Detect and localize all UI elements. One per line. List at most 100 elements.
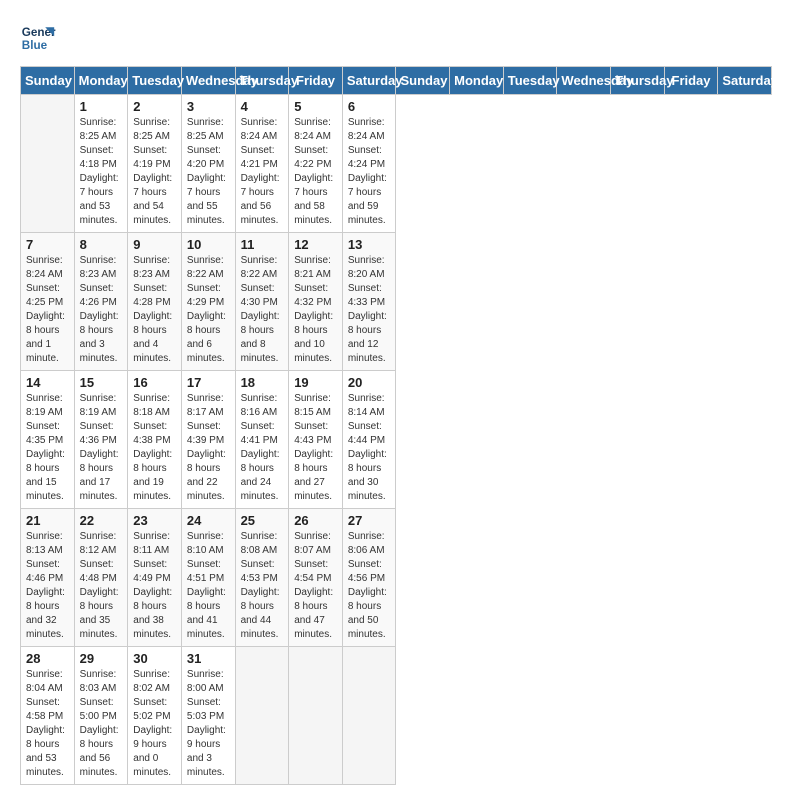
day-number: 17 [187,375,230,390]
svg-text:Blue: Blue [22,39,48,52]
day-cell: 3 Sunrise: 8:25 AMSunset: 4:20 PMDayligh… [181,95,235,233]
day-number: 15 [80,375,123,390]
day-cell: 10 Sunrise: 8:22 AMSunset: 4:29 PMDaylig… [181,233,235,371]
day-cell: 9 Sunrise: 8:23 AMSunset: 4:28 PMDayligh… [128,233,182,371]
header-cell-monday: Monday [74,67,128,95]
header-cell-friday: Friday [289,67,343,95]
day-info: Sunrise: 8:17 AMSunset: 4:39 PMDaylight:… [187,392,230,504]
day-cell: 14 Sunrise: 8:19 AMSunset: 4:35 PMDaylig… [21,371,75,509]
day-number: 12 [294,237,337,252]
day-number: 26 [294,513,337,528]
day-info: Sunrise: 8:19 AMSunset: 4:35 PMDaylight:… [26,392,69,504]
day-number: 22 [80,513,123,528]
day-info: Sunrise: 8:25 AMSunset: 4:20 PMDaylight:… [187,116,230,228]
calendar-table: SundayMondayTuesdayWednesdayThursdayFrid… [20,66,772,785]
day-cell: 27 Sunrise: 8:06 AMSunset: 4:56 PMDaylig… [342,509,396,647]
day-info: Sunrise: 8:23 AMSunset: 4:28 PMDaylight:… [133,254,176,366]
day-number: 3 [187,99,230,114]
day-info: Sunrise: 8:23 AMSunset: 4:26 PMDaylight:… [80,254,123,366]
day-cell: 4 Sunrise: 8:24 AMSunset: 4:21 PMDayligh… [235,95,289,233]
header-row: SundayMondayTuesdayWednesdayThursdayFrid… [21,67,772,95]
day-info: Sunrise: 8:24 AMSunset: 4:21 PMDaylight:… [241,116,284,228]
day-cell: 31 Sunrise: 8:00 AMSunset: 5:03 PMDaylig… [181,647,235,785]
day-cell: 28 Sunrise: 8:04 AMSunset: 4:58 PMDaylig… [21,647,75,785]
week-row-5: 28 Sunrise: 8:04 AMSunset: 4:58 PMDaylig… [21,647,772,785]
day-number: 27 [348,513,391,528]
day-number: 19 [294,375,337,390]
header-cell-thursday: Thursday [611,67,665,95]
day-number: 7 [26,237,69,252]
day-number: 8 [80,237,123,252]
day-info: Sunrise: 8:18 AMSunset: 4:38 PMDaylight:… [133,392,176,504]
day-number: 4 [241,99,284,114]
header-cell-sunday: Sunday [21,67,75,95]
page-header: General Blue [20,20,772,56]
day-cell: 7 Sunrise: 8:24 AMSunset: 4:25 PMDayligh… [21,233,75,371]
day-cell: 17 Sunrise: 8:17 AMSunset: 4:39 PMDaylig… [181,371,235,509]
day-cell: 30 Sunrise: 8:02 AMSunset: 5:02 PMDaylig… [128,647,182,785]
day-cell: 25 Sunrise: 8:08 AMSunset: 4:53 PMDaylig… [235,509,289,647]
week-row-4: 21 Sunrise: 8:13 AMSunset: 4:46 PMDaylig… [21,509,772,647]
day-cell: 26 Sunrise: 8:07 AMSunset: 4:54 PMDaylig… [289,509,343,647]
day-cell: 24 Sunrise: 8:10 AMSunset: 4:51 PMDaylig… [181,509,235,647]
day-cell [289,647,343,785]
day-number: 18 [241,375,284,390]
day-cell: 21 Sunrise: 8:13 AMSunset: 4:46 PMDaylig… [21,509,75,647]
day-number: 2 [133,99,176,114]
day-info: Sunrise: 8:07 AMSunset: 4:54 PMDaylight:… [294,530,337,642]
day-info: Sunrise: 8:22 AMSunset: 4:29 PMDaylight:… [187,254,230,366]
day-info: Sunrise: 8:04 AMSunset: 4:58 PMDaylight:… [26,668,69,780]
week-row-2: 7 Sunrise: 8:24 AMSunset: 4:25 PMDayligh… [21,233,772,371]
header-cell-monday: Monday [450,67,504,95]
day-number: 14 [26,375,69,390]
day-number: 13 [348,237,391,252]
day-info: Sunrise: 8:25 AMSunset: 4:19 PMDaylight:… [133,116,176,228]
day-cell: 6 Sunrise: 8:24 AMSunset: 4:24 PMDayligh… [342,95,396,233]
day-cell: 11 Sunrise: 8:22 AMSunset: 4:30 PMDaylig… [235,233,289,371]
day-info: Sunrise: 8:00 AMSunset: 5:03 PMDaylight:… [187,668,230,780]
day-number: 25 [241,513,284,528]
day-cell: 22 Sunrise: 8:12 AMSunset: 4:48 PMDaylig… [74,509,128,647]
day-cell: 19 Sunrise: 8:15 AMSunset: 4:43 PMDaylig… [289,371,343,509]
day-number: 29 [80,651,123,666]
day-cell: 12 Sunrise: 8:21 AMSunset: 4:32 PMDaylig… [289,233,343,371]
day-cell: 15 Sunrise: 8:19 AMSunset: 4:36 PMDaylig… [74,371,128,509]
day-number: 1 [80,99,123,114]
day-info: Sunrise: 8:13 AMSunset: 4:46 PMDaylight:… [26,530,69,642]
day-number: 10 [187,237,230,252]
day-cell: 20 Sunrise: 8:14 AMSunset: 4:44 PMDaylig… [342,371,396,509]
day-cell: 8 Sunrise: 8:23 AMSunset: 4:26 PMDayligh… [74,233,128,371]
day-cell: 29 Sunrise: 8:03 AMSunset: 5:00 PMDaylig… [74,647,128,785]
day-info: Sunrise: 8:14 AMSunset: 4:44 PMDaylight:… [348,392,391,504]
header-cell-saturday: Saturday [718,67,772,95]
day-info: Sunrise: 8:10 AMSunset: 4:51 PMDaylight:… [187,530,230,642]
day-cell: 23 Sunrise: 8:11 AMSunset: 4:49 PMDaylig… [128,509,182,647]
day-info: Sunrise: 8:02 AMSunset: 5:02 PMDaylight:… [133,668,176,780]
day-info: Sunrise: 8:11 AMSunset: 4:49 PMDaylight:… [133,530,176,642]
day-info: Sunrise: 8:15 AMSunset: 4:43 PMDaylight:… [294,392,337,504]
day-number: 24 [187,513,230,528]
day-cell [342,647,396,785]
header-cell-saturday: Saturday [342,67,396,95]
header-cell-thursday: Thursday [235,67,289,95]
day-number: 5 [294,99,337,114]
day-info: Sunrise: 8:19 AMSunset: 4:36 PMDaylight:… [80,392,123,504]
day-info: Sunrise: 8:20 AMSunset: 4:33 PMDaylight:… [348,254,391,366]
header-cell-tuesday: Tuesday [128,67,182,95]
day-number: 21 [26,513,69,528]
day-info: Sunrise: 8:03 AMSunset: 5:00 PMDaylight:… [80,668,123,780]
week-row-3: 14 Sunrise: 8:19 AMSunset: 4:35 PMDaylig… [21,371,772,509]
day-cell: 18 Sunrise: 8:16 AMSunset: 4:41 PMDaylig… [235,371,289,509]
day-number: 31 [187,651,230,666]
day-cell [235,647,289,785]
day-info: Sunrise: 8:24 AMSunset: 4:25 PMDaylight:… [26,254,69,366]
day-number: 20 [348,375,391,390]
day-cell: 16 Sunrise: 8:18 AMSunset: 4:38 PMDaylig… [128,371,182,509]
day-info: Sunrise: 8:21 AMSunset: 4:32 PMDaylight:… [294,254,337,366]
week-row-1: 1 Sunrise: 8:25 AMSunset: 4:18 PMDayligh… [21,95,772,233]
day-info: Sunrise: 8:06 AMSunset: 4:56 PMDaylight:… [348,530,391,642]
day-info: Sunrise: 8:24 AMSunset: 4:24 PMDaylight:… [348,116,391,228]
day-info: Sunrise: 8:25 AMSunset: 4:18 PMDaylight:… [80,116,123,228]
day-cell: 2 Sunrise: 8:25 AMSunset: 4:19 PMDayligh… [128,95,182,233]
header-cell-tuesday: Tuesday [503,67,557,95]
